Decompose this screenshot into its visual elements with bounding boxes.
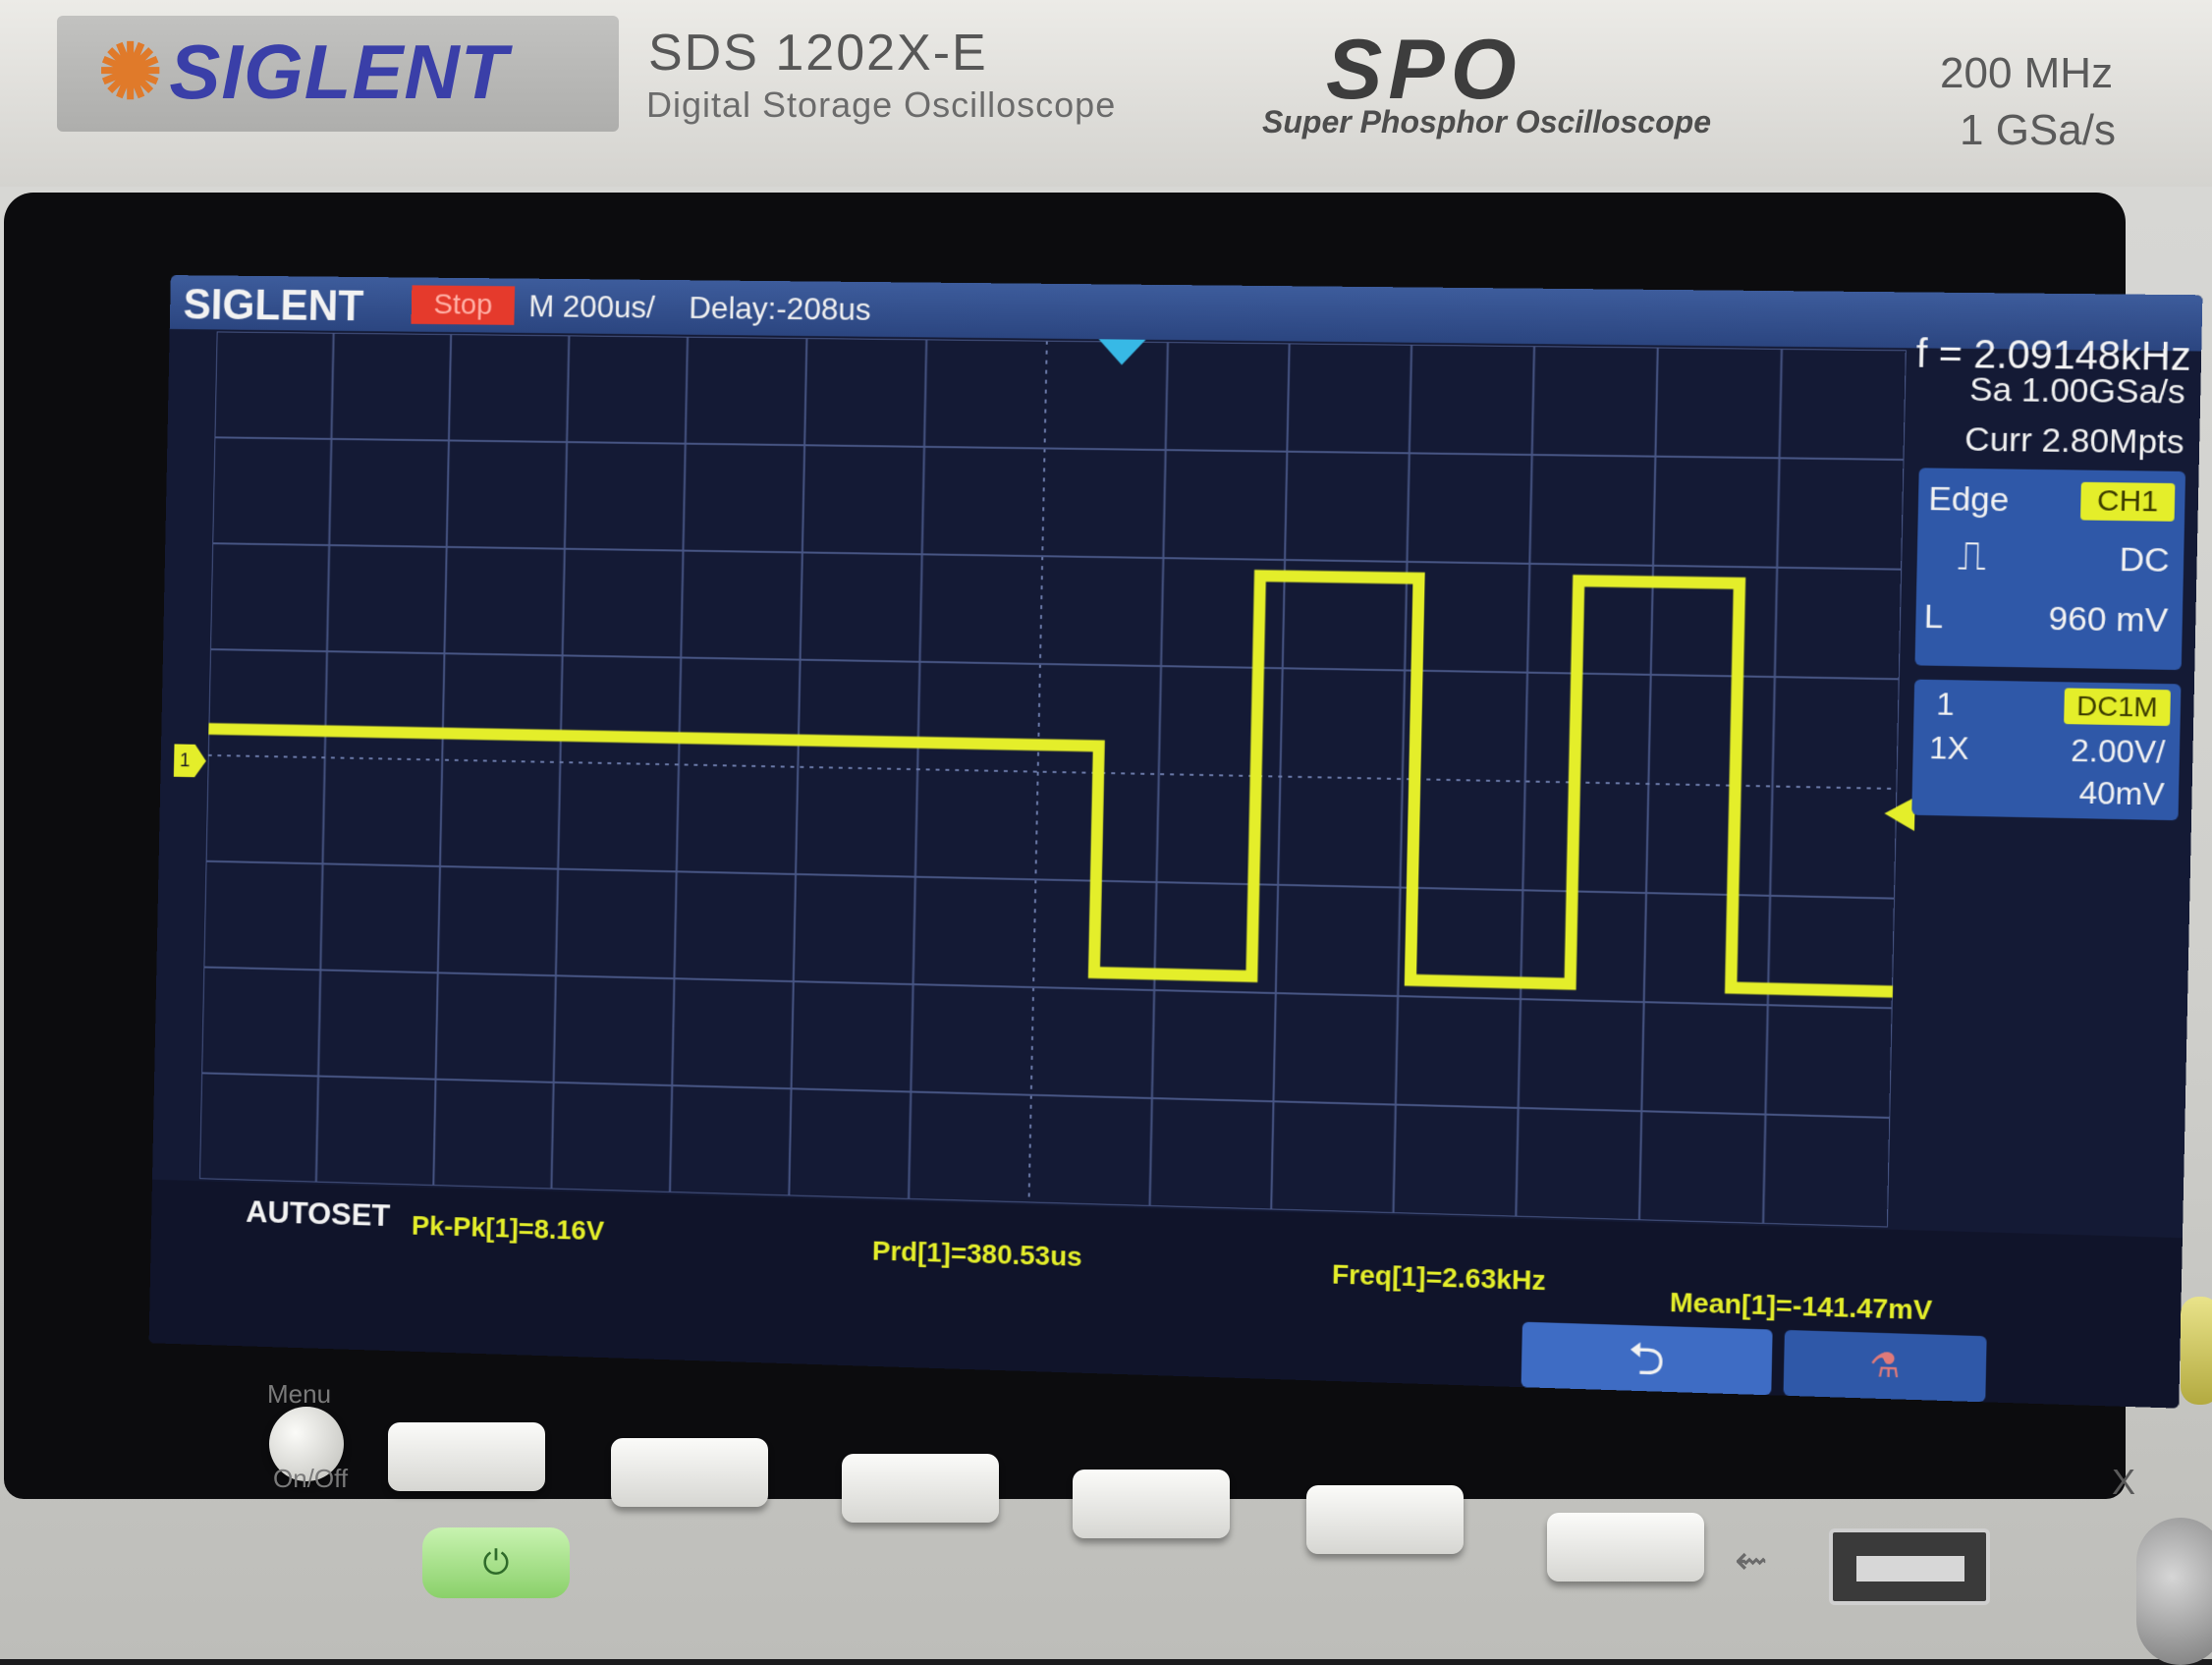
channel-coupling: DC1M	[2064, 688, 2171, 727]
side-knob[interactable]	[2181, 1297, 2212, 1405]
delay-readout[interactable]: Delay:-208us	[689, 290, 871, 328]
power-button[interactable]: ⏻	[422, 1527, 570, 1598]
memory-depth-readout: Curr 2.80Mpts	[1963, 420, 2185, 462]
softkey-6[interactable]	[1547, 1513, 1704, 1582]
grid-line-horizontal	[203, 968, 1892, 1009]
probe-attenuation: 1X	[1928, 729, 1969, 767]
menu-label: Menu	[267, 1379, 332, 1409]
sample-rate-readout: Sa 1.00GSa/s	[1968, 370, 2186, 412]
waveform-grid	[199, 331, 1907, 1227]
usb-port[interactable]	[1829, 1528, 1990, 1605]
trigger-settings[interactable]: Edge CH1 ⎍ DC L 960 mV	[1914, 468, 2186, 671]
trigger-coupling: DC	[2119, 540, 2170, 580]
siglent-swirl-icon: ✺	[98, 28, 164, 115]
vertical-offset: 40mV	[2078, 774, 2165, 812]
x-channel-label: X	[2112, 1462, 2136, 1502]
trigger-type: Edge	[1927, 479, 2010, 520]
softkey-4[interactable]	[1073, 1470, 1230, 1538]
ch1-offset-marker[interactable]: 1	[174, 744, 206, 777]
model-description: Digital Storage Oscilloscope	[646, 84, 1117, 125]
softkey-5[interactable]	[1306, 1485, 1464, 1554]
grid-line-horizontal	[208, 755, 1898, 789]
spo-description: Super Phosphor Oscilloscope	[1262, 104, 1711, 139]
trigger-level-value: 960 mV	[2048, 599, 2169, 640]
graticule	[199, 331, 1907, 1227]
channel-1-settings[interactable]: 1 DC1M 1X 2.00V/ 40mV	[1911, 679, 2182, 821]
usb-icon: ⇜	[1735, 1539, 1768, 1582]
oscilloscope-display: SIGLENT Stop M 200us/ Delay:-208us f = 2…	[148, 275, 2203, 1409]
run-stop-indicator[interactable]: Stop	[411, 285, 516, 325]
softkey-1[interactable]	[388, 1422, 545, 1491]
grid-line-horizontal	[210, 649, 1900, 679]
model-name: SDS 1202X-E	[648, 25, 988, 82]
brand-logo: ✺SIGLENT	[98, 28, 508, 117]
grid-line-horizontal	[212, 543, 1902, 569]
measurement-pk-pk: Pk-Pk[1]=8.16V	[411, 1210, 605, 1247]
softkey-2[interactable]	[611, 1438, 768, 1507]
return-arrow-icon[interactable]: ⮌	[1521, 1321, 1773, 1396]
bnc-connector[interactable]	[2136, 1518, 2212, 1665]
measurement-period: Prd[1]=380.53us	[871, 1235, 1082, 1272]
vertical-scale: 2.00V/	[2070, 732, 2166, 770]
grid-line-horizontal	[214, 437, 1904, 460]
trigger-position-marker[interactable]	[1098, 339, 1146, 365]
timebase-readout[interactable]: M 200us/	[528, 289, 655, 326]
channel-number: 1	[1935, 686, 1956, 723]
trigger-level-label: L	[1923, 597, 1944, 637]
softkey-3[interactable]	[842, 1454, 999, 1523]
brand-name: SIGLENT	[169, 28, 509, 115]
grid-line-horizontal	[206, 861, 1895, 899]
measurement-mean: Mean[1]=-141.47mV	[1669, 1286, 1933, 1326]
bandwidth-spec: 200 MHz	[1940, 49, 2114, 97]
trigger-source: CH1	[2080, 481, 2176, 522]
autoset-label: AUTOSET	[246, 1193, 391, 1233]
on-off-label: On/Off	[273, 1464, 349, 1493]
grid-line-horizontal	[201, 1073, 1890, 1118]
network-icon: ⚗	[1783, 1329, 1987, 1403]
sample-rate-spec: 1 GSa/s	[1960, 106, 2116, 154]
power-icon: ⏻	[482, 1544, 510, 1582]
screen-logo: SIGLENT	[183, 281, 364, 331]
rising-edge-icon: ⎍	[1957, 533, 1987, 580]
instrument-header: ✺SIGLENT SDS 1202X-E Digital Storage Osc…	[0, 0, 2212, 187]
ch1-waveform	[204, 559, 1902, 991]
measurement-frequency: Freq[1]=2.63kHz	[1331, 1258, 1547, 1297]
usb-slot	[1856, 1556, 1964, 1582]
